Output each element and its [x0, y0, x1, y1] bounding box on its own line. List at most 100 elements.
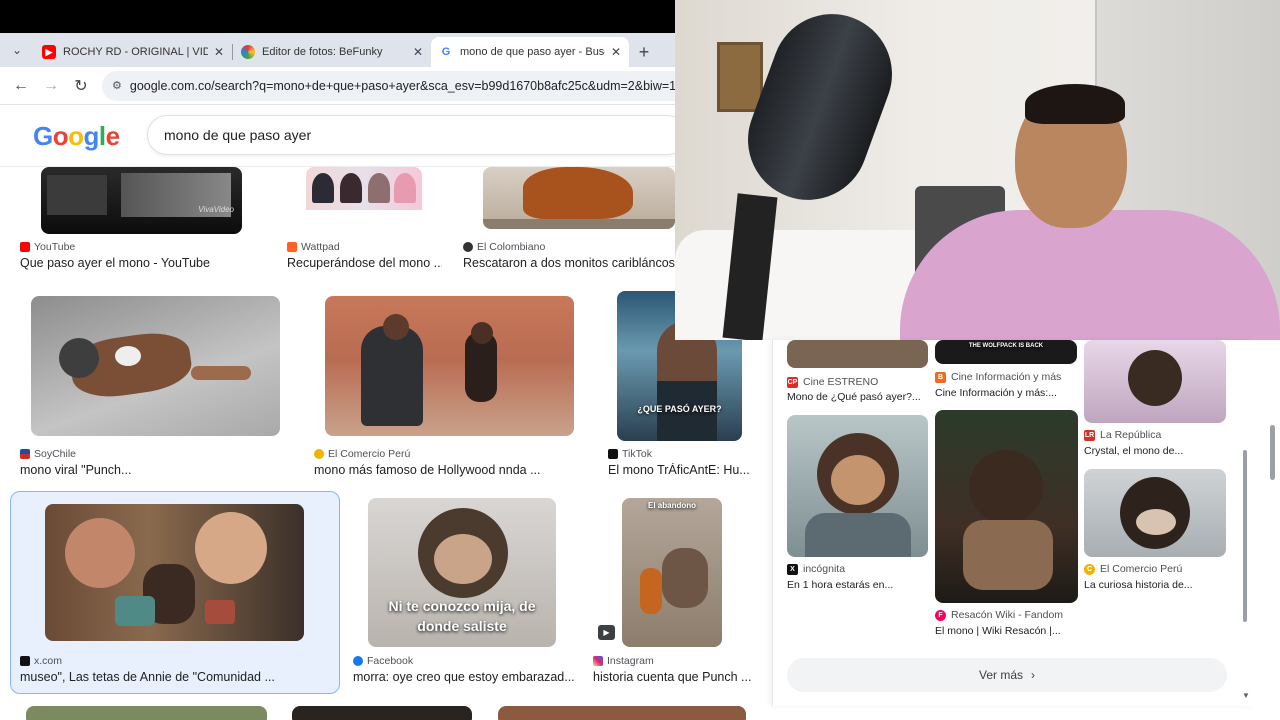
result-thumbnail[interactable] — [325, 296, 574, 436]
result-title[interactable]: Recuperándose del mono ... — [287, 256, 442, 270]
back-button[interactable]: ← — [6, 71, 36, 101]
panel-title[interactable]: Crystal, el mono de... — [1084, 445, 1224, 457]
thumb-caption: El abandono — [648, 501, 696, 510]
tab-title: Editor de fotos: BeFunky — [262, 46, 383, 58]
close-icon[interactable]: ✕ — [611, 45, 621, 59]
result-title[interactable]: mono más famoso de Hollywood nnda ... — [314, 463, 554, 477]
search-input[interactable]: mono de que paso ayer — [147, 115, 687, 155]
panel-scrollbar[interactable]: ▼ — [1240, 345, 1250, 705]
tab-title: ROCHY RD - ORIGINAL | VIDEO — [63, 46, 208, 58]
result-source: YouTube — [20, 241, 75, 253]
la-republica-icon: LR — [1084, 429, 1095, 441]
panel-source: LR La República — [1084, 429, 1162, 441]
result-thumbnail[interactable] — [306, 167, 422, 234]
result-source: Wattpad — [287, 241, 340, 253]
google-icon: G — [439, 45, 453, 59]
thumb-caption: ¿QUE PASÓ AYER? — [637, 404, 722, 414]
result-thumbnail[interactable]: El abandono — [622, 498, 722, 647]
result-title[interactable]: El mono TrÁficAntE: Hu... — [608, 463, 753, 477]
result-source: SoyChile — [20, 448, 76, 460]
search-query: mono de que paso ayer — [164, 127, 312, 143]
panel-thumbnail[interactable] — [787, 415, 928, 557]
result-title[interactable]: mono viral "Punch... — [20, 463, 290, 477]
url-field[interactable]: ⚙ google.com.co/search?q=mono+de+que+pas… — [102, 70, 675, 101]
chile-flag-icon — [20, 449, 30, 459]
result-thumbnail[interactable]: VivaVideo — [41, 167, 242, 234]
google-logo[interactable]: Google — [33, 121, 120, 152]
panel-thumbnail[interactable] — [1084, 340, 1226, 423]
result-thumbnail[interactable] — [45, 504, 304, 641]
result-title[interactable]: historia cuenta que Punch ... — [593, 670, 753, 684]
result-title[interactable]: museo", Las tetas de Annie de "Comunidad… — [20, 670, 332, 684]
related-images-panel: CP Cine ESTRENO Mono de ¿Qué pasó ayer?..… — [772, 340, 1252, 706]
panel-title[interactable]: La curiosa historia de... — [1084, 579, 1224, 591]
panel-title[interactable]: Mono de ¿Qué pasó ayer?... — [787, 391, 927, 403]
wattpad-icon — [287, 242, 297, 252]
panel-title[interactable]: En 1 hora estarás en... — [787, 579, 927, 591]
scrollbar-thumb[interactable] — [1243, 450, 1247, 622]
result-thumbnail[interactable] — [498, 706, 746, 720]
forward-button[interactable]: → — [36, 71, 66, 101]
play-icon[interactable]: ▶ — [598, 625, 615, 640]
result-title[interactable]: morra: oye creo que estoy embarazad... — [353, 670, 575, 684]
panel-source: C El Comercio Perú — [1084, 563, 1182, 575]
result-source: x.com — [20, 655, 62, 667]
result-source: Instagram — [593, 655, 654, 667]
result-source: El Comercio Perú — [314, 448, 410, 460]
tab-strip: ⌄ ▶ ROCHY RD - ORIGINAL | VIDEO ✕ Editor… — [0, 33, 675, 67]
tab-title: mono de que paso ayer - Busca — [460, 46, 605, 58]
panel-source: Xincógnita — [787, 563, 845, 575]
panel-thumbnail[interactable] — [787, 340, 928, 368]
top-black-bar — [0, 0, 675, 33]
tab-rochy[interactable]: ▶ ROCHY RD - ORIGINAL | VIDEO ✕ — [34, 37, 232, 67]
new-tab-button[interactable]: + — [629, 37, 659, 67]
tiktok-icon — [608, 449, 618, 459]
page-scrollbar[interactable] — [1252, 340, 1280, 720]
el-colombiano-icon — [463, 242, 473, 252]
x-icon — [20, 656, 30, 666]
thumb-caption: Ni te conozco mija, de donde saliste — [388, 598, 536, 634]
panel-title[interactable]: El mono | Wiki Resacón |... — [935, 625, 1075, 637]
result-source: El Colombiano — [463, 241, 545, 253]
panel-thumbnail[interactable]: THE WOLFPACK IS BACK — [935, 340, 1077, 364]
youtube-icon: ▶ — [42, 45, 56, 59]
panel-source: B Cine Información y más — [935, 371, 1061, 383]
result-thumbnail[interactable] — [483, 167, 675, 229]
fandom-icon: F — [935, 609, 946, 621]
result-source: TikTok — [608, 448, 652, 460]
instagram-icon — [593, 656, 603, 666]
result-title[interactable]: Que paso ayer el mono - YouTube — [20, 256, 260, 270]
image-results: VivaVideo YouTube Que paso ayer el mono … — [0, 167, 770, 720]
scrollbar-thumb[interactable] — [1270, 425, 1275, 480]
see-more-label: Ver más — [978, 668, 1023, 682]
webcam-overlay — [675, 0, 1280, 340]
befunky-icon — [241, 45, 255, 59]
site-info-icon[interactable]: ⚙ — [112, 79, 122, 93]
result-source: Facebook — [353, 655, 413, 667]
tab-befunky[interactable]: Editor de fotos: BeFunky ✕ — [233, 37, 431, 67]
panel-source: F Resacón Wiki - Fandom — [935, 609, 1063, 621]
x-icon: X — [787, 563, 798, 575]
scroll-down-icon[interactable]: ▼ — [1242, 691, 1250, 700]
google-header: Google mono de que paso ayer — [0, 105, 687, 167]
el-comercio-icon — [314, 449, 324, 459]
panel-thumbnail[interactable] — [935, 410, 1078, 603]
close-icon[interactable]: ✕ — [214, 45, 224, 59]
see-more-button[interactable]: Ver más › — [787, 658, 1227, 692]
result-title[interactable]: Rescataron a dos monitos caribláncos... — [463, 256, 675, 270]
el-comercio-icon: C — [1084, 563, 1095, 575]
result-thumbnail[interactable] — [292, 706, 472, 720]
panel-title[interactable]: Cine Información y más:... — [935, 387, 1075, 399]
address-bar: ← → ↻ ⚙ google.com.co/search?q=mono+de+q… — [0, 67, 675, 105]
chevron-right-icon: › — [1031, 668, 1035, 682]
reload-button[interactable]: ↻ — [66, 71, 96, 101]
facebook-icon — [353, 656, 363, 666]
close-icon[interactable]: ✕ — [413, 45, 423, 59]
result-thumbnail[interactable] — [26, 706, 267, 720]
tab-google-search[interactable]: G mono de que paso ayer - Busca ✕ — [431, 37, 629, 67]
tab-search-icon[interactable]: ⌄ — [0, 33, 34, 67]
panel-source: CP Cine ESTRENO — [787, 376, 879, 388]
panel-thumbnail[interactable] — [1084, 469, 1226, 557]
result-thumbnail[interactable]: Ni te conozco mija, de donde saliste — [368, 498, 556, 647]
result-thumbnail[interactable] — [31, 296, 280, 436]
